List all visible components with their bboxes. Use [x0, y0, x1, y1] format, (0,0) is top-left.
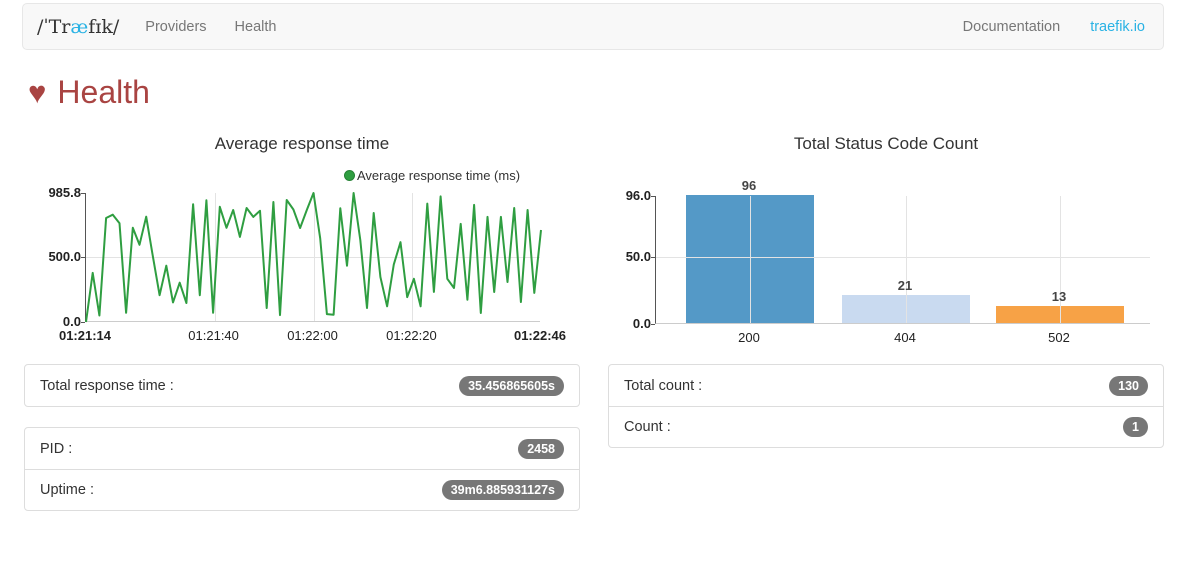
x-tick-label: 01:21:40	[188, 328, 239, 343]
x-gridline	[1060, 196, 1061, 323]
total-count-badge: 130	[1109, 376, 1148, 396]
y-tick-label: 0.0	[26, 314, 81, 329]
bar-chart-canvas: 0.050.096.0200964042150213	[608, 160, 1164, 356]
panels-row: Total response time : 35.456865605s PID …	[24, 364, 1164, 511]
traefik-logo[interactable]: /ˈTræfɪk/	[37, 16, 119, 38]
x-tick-label: 01:21:14	[59, 328, 111, 343]
left-panels: Total response time : 35.456865605s PID …	[24, 364, 580, 511]
y-gridline	[656, 257, 1150, 258]
y-axis-tick	[81, 322, 85, 323]
response-time-chart: Average response time Average response t…	[24, 134, 580, 356]
y-axis-tick	[81, 257, 85, 258]
right-panels: Total count : 130 Count : 1	[608, 364, 1164, 511]
logo-pre: /ˈTr	[37, 16, 70, 38]
legend-dot-icon	[344, 170, 355, 181]
status-code-chart: Total Status Code Count 0.050.096.020096…	[608, 134, 1164, 356]
line-chart-canvas: Average response time (ms) 0.0 500.0 985.8…	[24, 160, 580, 356]
count-badge: 1	[1123, 417, 1148, 437]
charts-row: Average response time Average response t…	[24, 134, 1164, 356]
heart-icon: ♥	[28, 77, 46, 108]
uptime-badge: 39m6.885931127s	[442, 480, 564, 500]
pid-label: PID :	[40, 441, 72, 457]
y-tick-label: 0.0	[596, 316, 651, 331]
nav-link-providers[interactable]: Providers	[145, 19, 206, 35]
count-panel: Total count : 130 Count : 1	[608, 364, 1164, 448]
nav-links-right: Documentation traefik.io	[963, 19, 1149, 35]
y-axis-tick	[651, 257, 655, 258]
bar-value-label: 96	[742, 178, 756, 193]
count-row: Count : 1	[609, 406, 1163, 447]
x-tick-label: 01:22:20	[386, 328, 437, 343]
process-panel: PID : 2458 Uptime : 39m6.885931127s	[24, 427, 580, 511]
x-gridline	[906, 196, 907, 323]
uptime-label: Uptime :	[40, 482, 94, 498]
legend-label: Average response time (ms)	[357, 168, 520, 183]
total-response-time-badge: 35.456865605s	[459, 376, 564, 396]
total-count-label: Total count :	[624, 378, 702, 394]
nav-link-documentation[interactable]: Documentation	[963, 19, 1061, 35]
total-response-time-panel: Total response time : 35.456865605s	[24, 364, 580, 407]
y-axis-tick	[651, 324, 655, 325]
y-axis-tick	[651, 196, 655, 197]
nav-link-health[interactable]: Health	[235, 19, 277, 35]
nav-link-traefik-io[interactable]: traefik.io	[1090, 19, 1145, 35]
y-axis-tick	[81, 193, 85, 194]
y-tick-label: 96.0	[596, 188, 651, 203]
x-tick-label: 01:22:46	[514, 328, 566, 343]
x-tick-label: 01:22:00	[287, 328, 338, 343]
y-tick-label: 500.0	[26, 249, 81, 264]
page-title: Health	[57, 73, 150, 111]
bar-chart-title: Total Status Code Count	[608, 134, 1164, 158]
x-tick-label: 404	[894, 330, 916, 345]
y-tick-label: 985.8	[26, 185, 81, 200]
line-chart-legend: Average response time (ms)	[344, 168, 520, 183]
bar-value-label: 21	[898, 278, 912, 293]
line-plot-area	[85, 193, 540, 322]
pid-badge: 2458	[518, 439, 564, 459]
total-count-row: Total count : 130	[609, 365, 1163, 406]
pid-row: PID : 2458	[25, 428, 579, 469]
bar-plot-area	[655, 196, 1150, 324]
logo-accent: æ	[70, 16, 88, 38]
page-header: ♥ Health	[28, 73, 150, 111]
x-gridline	[750, 196, 751, 323]
nav-links-left: Providers Health	[145, 19, 276, 35]
x-tick-label: 502	[1048, 330, 1070, 345]
x-tick-label: 200	[738, 330, 760, 345]
response-time-line	[86, 193, 541, 322]
uptime-row: Uptime : 39m6.885931127s	[25, 469, 579, 510]
response-time-line-svg	[86, 193, 541, 322]
navbar: /ˈTræfɪk/ Providers Health Documentation…	[22, 3, 1164, 50]
total-response-time-row: Total response time : 35.456865605s	[25, 365, 579, 406]
y-tick-label: 50.0	[596, 249, 651, 264]
count-label: Count :	[624, 419, 671, 435]
bar-value-label: 13	[1052, 289, 1066, 304]
total-response-time-label: Total response time :	[40, 378, 174, 394]
line-chart-title: Average response time	[24, 134, 580, 158]
logo-post: fɪk/	[88, 16, 119, 38]
